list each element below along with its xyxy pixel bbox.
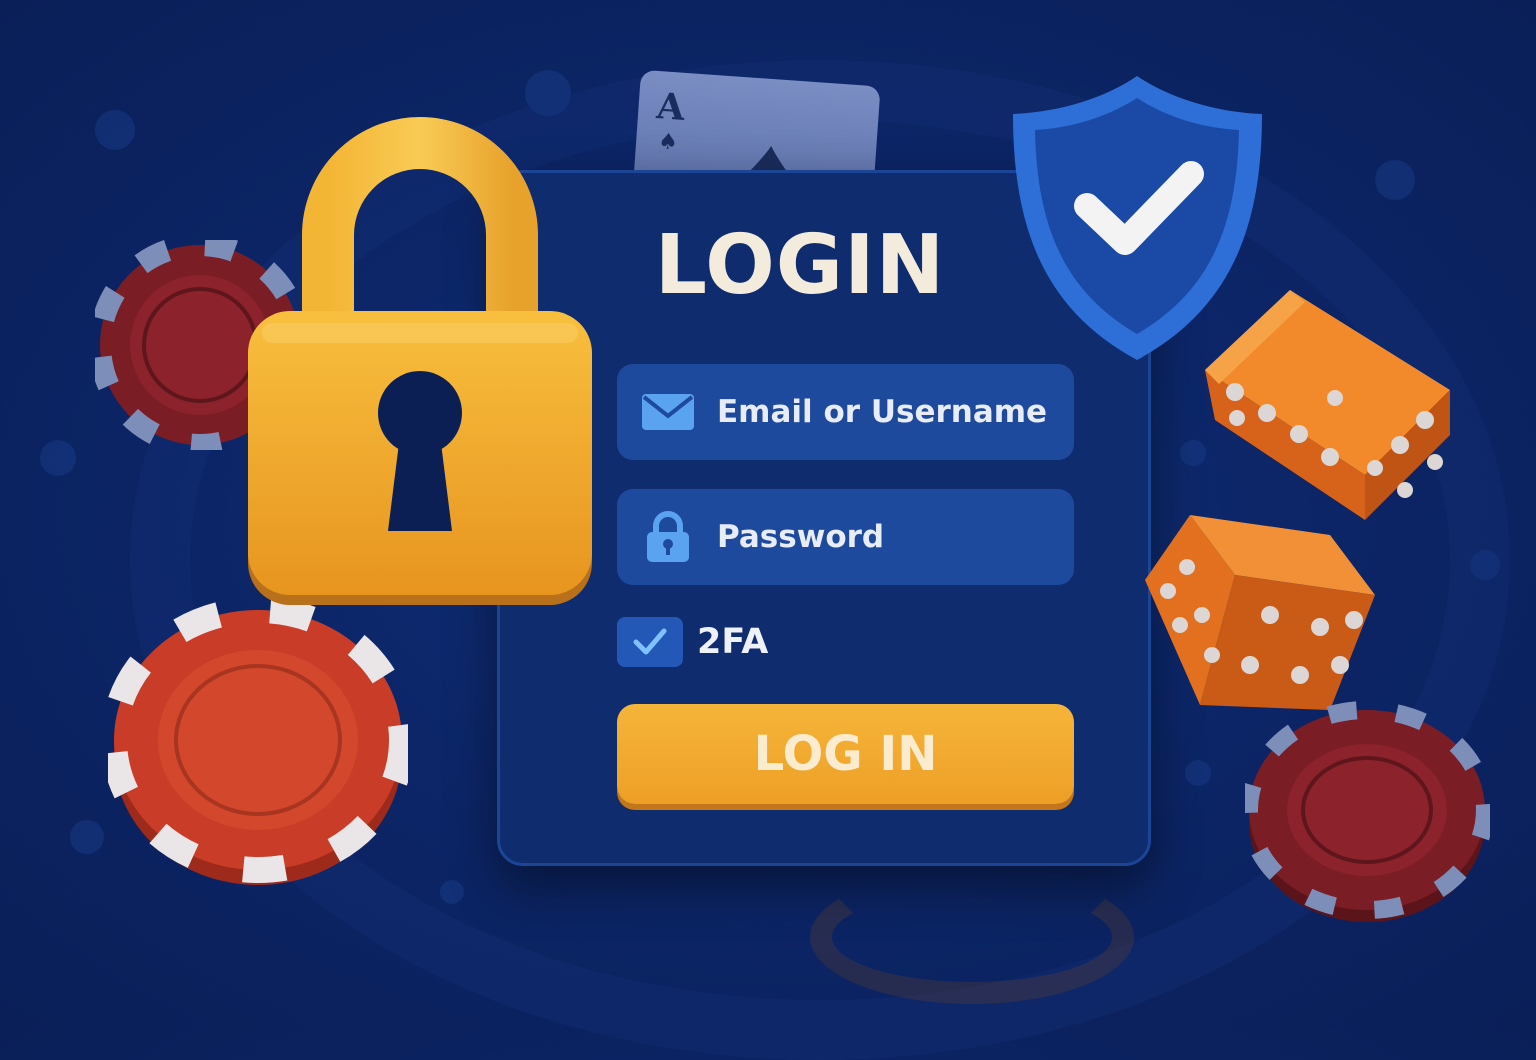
decorative-shadow <box>810 870 1134 1004</box>
background-bokeh <box>40 440 76 476</box>
background-bokeh <box>1375 160 1415 200</box>
twofa-row: 2FA <box>617 617 768 667</box>
password-field[interactable]: Password <box>617 489 1074 585</box>
padlock-icon <box>639 510 697 564</box>
password-field-label: Password <box>717 519 885 555</box>
twofa-checkbox[interactable] <box>617 617 683 667</box>
card-suit-small: ♠ <box>657 129 679 156</box>
envelope-icon <box>639 392 697 432</box>
poker-chip-red <box>108 600 408 885</box>
email-field-label: Email or Username <box>717 394 1048 430</box>
checkmark-icon <box>633 628 667 655</box>
email-field[interactable]: Email or Username <box>617 364 1074 460</box>
die-bottom <box>1145 515 1375 710</box>
poker-chip-right <box>1245 701 1490 922</box>
padlock-icon <box>248 117 592 605</box>
background-bokeh <box>70 820 104 854</box>
twofa-label: 2FA <box>697 622 769 662</box>
die-top <box>1205 290 1450 520</box>
login-button[interactable]: LOG IN <box>617 704 1074 804</box>
login-title: LOGIN <box>654 218 946 313</box>
background-bokeh <box>95 110 135 150</box>
card-rank: A <box>655 85 687 129</box>
